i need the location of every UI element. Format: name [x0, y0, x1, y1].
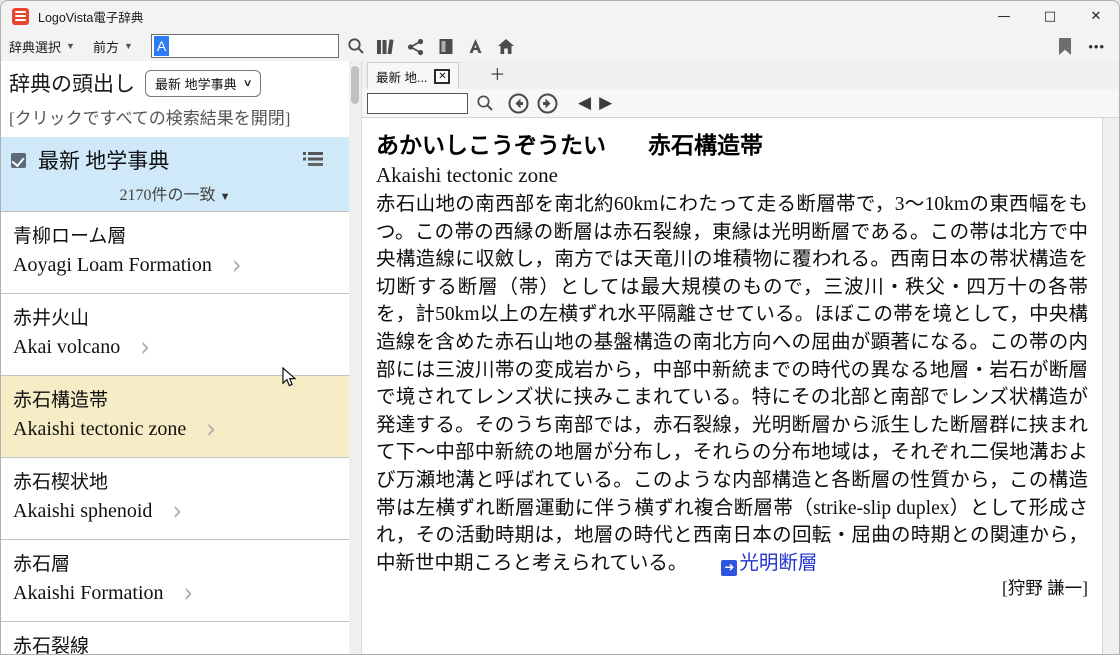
chevron-right-icon: › [172, 500, 182, 523]
font-icon[interactable] [466, 36, 486, 56]
list-item[interactable]: 赤石層 Akaishi Formation › [1, 540, 349, 622]
prev-entry-icon[interactable]: ◀ [578, 93, 591, 113]
dictionary-select-dropdown[interactable]: 辞典選択 ▼ [9, 37, 75, 56]
home-icon[interactable] [496, 36, 516, 56]
window-title: LogoVista電子辞典 [38, 7, 143, 26]
sidebar-dictionary-dropdown[interactable]: 最新 地学事典 ∨ [145, 70, 261, 97]
tab-dictionary[interactable]: 最新 地... ✕ [367, 62, 459, 89]
dictionary-checkbox[interactable] [11, 153, 26, 168]
selected-text: A [154, 36, 169, 56]
entry-translation: Akai volcano [13, 332, 120, 362]
entry-translation: Aoyagi Loam Formation [13, 250, 212, 280]
app-logo-icon [12, 8, 29, 25]
entry-headword: 赤石裂線 [13, 633, 337, 654]
search-icon[interactable] [476, 94, 494, 112]
app-window: LogoVista電子辞典 — □ ✕ 辞典選択 ▼ 前方 ▼ A [0, 0, 1120, 655]
tab-bar: 最新 地... ✕ ＋ [362, 61, 1119, 89]
tab-close-icon[interactable]: ✕ [434, 69, 450, 84]
list-item-highlighted[interactable]: 赤石構造帯 Akaishi tectonic zone › [1, 376, 349, 458]
sidebar-hint-text: [クリックですべての検索結果を開閉] [1, 102, 349, 137]
next-entry-icon[interactable]: ▶ [599, 93, 612, 113]
article-area: あかいしこうぞうたい 赤石構造帯 Akaishi tectonic zone 赤… [362, 117, 1119, 654]
search-icon[interactable] [346, 36, 366, 56]
entry-translation: Akaishi Formation [13, 578, 164, 608]
library-icon[interactable] [376, 36, 396, 56]
list-item[interactable]: 赤石裂線 Akaisi Tectonic Line› [1, 622, 349, 654]
chevron-down-icon: ∨ [242, 78, 252, 89]
entry-translation: Akaishi sphenoid [13, 496, 152, 526]
article-search-input[interactable] [367, 93, 468, 114]
chevron-down-icon: ▼ [66, 41, 75, 51]
more-options-button[interactable]: ••• [1088, 39, 1105, 54]
entry-headword: 赤石構造帯 [13, 387, 337, 414]
sidebar-dictionary-value: 最新 地学事典 [155, 74, 237, 93]
xref-arrow-icon: ➜ [721, 560, 737, 576]
results-sidebar: 辞典の頭出し 最新 地学事典 ∨ [クリックですべての検索結果を開閉] 最新 地… [1, 61, 349, 654]
entry-headword: 赤井火山 [13, 305, 337, 332]
dictionary-group-header[interactable]: 最新 地学事典 2170件の一致 ▼ [1, 137, 349, 211]
headword-kana: あかいしこうぞうたい [376, 126, 606, 160]
search-mode-label: 前方 [93, 37, 119, 56]
chevron-right-icon: › [184, 582, 194, 605]
headword-kanji: 赤石構造帯 [648, 126, 763, 160]
headword-english: Akaishi tectonic zone [376, 163, 1088, 188]
notebook-icon[interactable] [436, 36, 456, 56]
article-toolbar: ◀ ▶ [362, 89, 1119, 117]
dictionary-select-label: 辞典選択 [9, 37, 61, 56]
xref-label: 光明断層 [739, 553, 817, 574]
dictionary-group-name: 最新 地学事典 [38, 145, 169, 175]
entry-headword: 赤石層 [13, 551, 337, 578]
new-tab-button[interactable]: ＋ [489, 61, 505, 89]
cross-reference-link[interactable]: ➜光明断層 [721, 553, 817, 574]
entry-headword: 赤石楔状地 [13, 469, 337, 496]
sidebar-title: 辞典の頭出し [9, 68, 135, 98]
back-circle-icon[interactable] [508, 93, 529, 114]
list-item[interactable]: 赤石楔状地 Akaishi sphenoid › [1, 458, 349, 540]
entry-headword: 青柳ローム層 [13, 223, 337, 250]
article-text: 赤石山地の南西部を南北約60kmにわたって走る断層帯で，3〜10kmの東西幅をも… [376, 194, 1088, 574]
sidebar-scrollbar[interactable] [349, 61, 361, 654]
chevron-right-icon: › [206, 418, 216, 441]
list-view-icon[interactable] [303, 151, 323, 167]
share-icon[interactable] [406, 36, 426, 56]
bookmark-icon[interactable] [1058, 38, 1072, 55]
minimize-button[interactable]: — [981, 1, 1027, 31]
content-pane: 最新 地... ✕ ＋ ◀ ▶ [361, 61, 1119, 654]
chevron-down-icon: ▼ [124, 41, 133, 51]
chevron-right-icon: › [140, 336, 150, 359]
title-bar: LogoVista電子辞典 — □ ✕ [1, 1, 1119, 31]
search-input[interactable]: A [151, 34, 339, 58]
entry-translation: Akaishi tectonic zone [13, 414, 186, 444]
article: あかいしこうぞうたい 赤石構造帯 Akaishi tectonic zone 赤… [362, 118, 1103, 654]
search-mode-dropdown[interactable]: 前方 ▼ [93, 37, 133, 56]
triangle-down-icon: ▼ [220, 191, 231, 203]
main-toolbar: 辞典選択 ▼ 前方 ▼ A [1, 31, 1119, 61]
match-count-label: 2170件の一致 [120, 187, 216, 204]
close-button[interactable]: ✕ [1073, 1, 1119, 31]
chevron-right-icon: › [232, 254, 242, 277]
list-item[interactable]: 青柳ローム層 Aoyagi Loam Formation › [1, 212, 349, 294]
list-item[interactable]: 赤井火山 Akai volcano › [1, 294, 349, 376]
mouse-cursor [282, 367, 297, 388]
match-count[interactable]: 2170件の一致 ▼ [11, 181, 339, 205]
tab-label: 最新 地... [376, 67, 427, 86]
scrollbar-thumb[interactable] [351, 66, 359, 104]
maximize-button[interactable]: □ [1027, 1, 1073, 31]
article-body: 赤石山地の南西部を南北約60kmにわたって走る断層帯で，3〜10kmの東西幅をも… [376, 191, 1088, 577]
forward-circle-icon[interactable] [537, 93, 558, 114]
result-list: 青柳ローム層 Aoyagi Loam Formation › 赤井火山 Akai … [1, 211, 349, 654]
